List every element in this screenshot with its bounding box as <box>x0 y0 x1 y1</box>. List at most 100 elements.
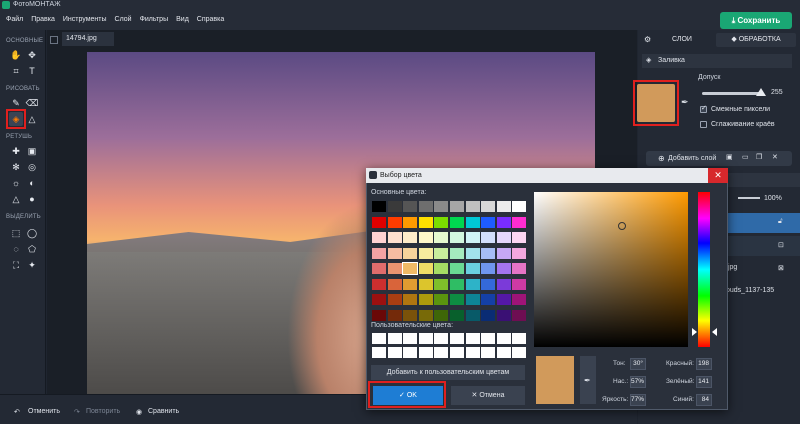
basic-color-swatch[interactable] <box>450 263 464 274</box>
drop-icon[interactable]: ● <box>25 192 39 206</box>
custom-color-swatch[interactable] <box>512 333 527 344</box>
menu-edit[interactable]: Правка <box>27 10 59 30</box>
basic-color-swatch[interactable] <box>481 278 496 290</box>
basic-color-swatch[interactable] <box>418 247 433 259</box>
blur-icon[interactable]: ◎ <box>25 160 39 174</box>
custom-color-swatch[interactable] <box>418 347 433 358</box>
duplicate-icon[interactable]: ❐ <box>756 153 762 161</box>
redo-icon[interactable]: ↷ <box>74 408 80 416</box>
basic-color-swatch[interactable] <box>450 309 464 321</box>
basic-color-swatch[interactable] <box>512 216 527 228</box>
opacity-slider[interactable] <box>738 197 760 199</box>
custom-color-swatch[interactable] <box>496 347 511 358</box>
custom-color-swatch[interactable] <box>434 333 449 344</box>
sliders-icon[interactable]: ⚙ <box>644 35 651 44</box>
slider-handle[interactable] <box>756 88 766 96</box>
basic-color-swatch[interactable] <box>512 294 527 305</box>
basic-color-swatch[interactable] <box>481 232 496 243</box>
rect-select-icon[interactable]: ⬚ <box>9 226 23 240</box>
basic-color-swatch[interactable] <box>481 247 496 259</box>
basic-color-swatch[interactable] <box>434 201 449 212</box>
basic-color-swatch[interactable] <box>450 294 464 305</box>
compare-button[interactable]: Сравнить <box>148 408 179 415</box>
custom-color-swatch[interactable] <box>387 333 402 344</box>
tab-layers[interactable]: СЛОИ <box>660 33 704 47</box>
eraser-icon[interactable]: ⌫ <box>25 96 39 110</box>
basic-color-swatch[interactable] <box>465 309 480 321</box>
custom-color-swatch[interactable] <box>496 333 511 344</box>
green-field[interactable]: 141 <box>696 376 712 388</box>
close-icon[interactable]: ✕ <box>708 168 728 183</box>
lasso-icon[interactable]: ◌ <box>9 242 23 256</box>
magic-wand-icon[interactable]: ✦ <box>25 258 39 272</box>
shapes-icon[interactable]: △ <box>25 112 39 126</box>
add-custom-colors-button[interactable]: Добавить к пользовательским цветам <box>371 365 525 380</box>
undo-button[interactable]: Отменить <box>28 408 60 415</box>
magic-select-icon[interactable]: ⛶ <box>9 258 23 272</box>
basic-color-swatch[interactable] <box>372 294 386 305</box>
basic-color-swatch[interactable] <box>512 278 527 290</box>
basic-color-swatch[interactable] <box>387 263 402 274</box>
basic-color-swatch[interactable] <box>512 309 527 321</box>
basic-color-swatch[interactable] <box>387 216 402 228</box>
custom-color-swatch[interactable] <box>372 347 386 358</box>
basic-color-swatch[interactable] <box>418 232 433 243</box>
custom-color-swatch[interactable] <box>465 347 480 358</box>
hue-slider[interactable] <box>698 192 710 347</box>
basic-color-swatch[interactable] <box>387 294 402 305</box>
menu-file[interactable]: Файл <box>2 10 27 30</box>
saturation-value-field[interactable] <box>534 192 688 347</box>
basic-color-swatch[interactable] <box>434 216 449 228</box>
ellipse-select-icon[interactable]: ◯ <box>25 226 39 240</box>
basic-color-swatch[interactable] <box>450 278 464 290</box>
basic-color-swatch[interactable] <box>372 232 386 243</box>
crop-icon[interactable]: ⌗ <box>9 64 23 78</box>
eye-icon[interactable]: ◉ <box>136 408 142 416</box>
basic-color-swatch[interactable] <box>481 294 496 305</box>
basic-color-swatch[interactable] <box>434 232 449 243</box>
sv-cursor[interactable] <box>618 222 626 230</box>
stamp-icon[interactable]: ▣ <box>25 144 39 158</box>
basic-color-swatch[interactable] <box>434 247 449 259</box>
basic-color-swatch[interactable] <box>372 309 386 321</box>
burn-icon[interactable]: ◐ <box>25 176 39 190</box>
hue-arrow-right[interactable] <box>712 328 717 336</box>
basic-color-swatch[interactable] <box>496 247 511 259</box>
basic-color-swatch[interactable] <box>418 216 433 228</box>
hue-field[interactable]: 30° <box>630 358 646 370</box>
basic-color-swatch[interactable] <box>465 201 480 212</box>
blue-field[interactable]: 84 <box>696 394 712 406</box>
basic-color-swatch[interactable] <box>496 263 511 274</box>
unlock-icon-2[interactable]: ⊡ <box>778 241 784 249</box>
basic-color-swatch[interactable] <box>372 201 386 212</box>
dodge-icon[interactable]: ☼ <box>9 176 23 190</box>
basic-color-swatch[interactable] <box>403 216 418 228</box>
basic-color-swatch[interactable] <box>403 278 418 290</box>
custom-color-swatch[interactable] <box>465 333 480 344</box>
menu-tools[interactable]: Инструменты <box>59 10 111 30</box>
basic-color-swatch[interactable] <box>450 232 464 243</box>
basic-color-swatch[interactable] <box>496 201 511 212</box>
basic-color-swatch[interactable] <box>418 278 433 290</box>
menu-help[interactable]: Справка <box>193 10 228 30</box>
hue-arrow-left[interactable] <box>692 328 697 336</box>
basic-color-swatch[interactable] <box>465 294 480 305</box>
basic-color-swatch[interactable] <box>481 309 496 321</box>
basic-color-swatch[interactable] <box>465 216 480 228</box>
sharpen-icon[interactable]: △ <box>9 192 23 206</box>
redo-button[interactable]: Повторить <box>86 408 120 415</box>
basic-color-swatch[interactable] <box>403 309 418 321</box>
custom-color-swatch[interactable] <box>387 347 402 358</box>
basic-color-swatch[interactable] <box>512 263 527 274</box>
val-field[interactable]: 77% <box>630 394 646 406</box>
basic-color-swatch[interactable] <box>512 232 527 243</box>
basic-color-swatch[interactable] <box>465 232 480 243</box>
basic-color-swatch[interactable] <box>387 309 402 321</box>
basic-color-swatch[interactable] <box>403 232 418 243</box>
custom-color-swatch[interactable] <box>434 347 449 358</box>
custom-color-swatch[interactable] <box>512 347 527 358</box>
custom-color-swatch[interactable] <box>403 333 418 344</box>
menu-layer[interactable]: Слой <box>111 10 136 30</box>
basic-color-swatch[interactable] <box>372 216 386 228</box>
basic-color-swatch[interactable] <box>403 247 418 259</box>
